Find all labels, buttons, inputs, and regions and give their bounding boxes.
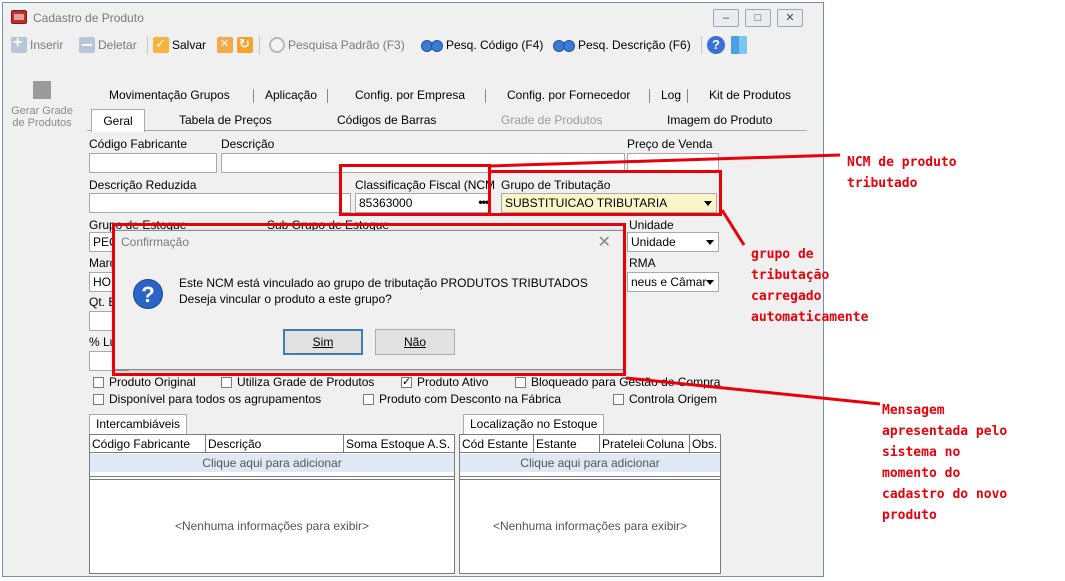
annotation-line: grupo de	[751, 247, 814, 262]
annotation-grupo: grupo de tributação carregado automatica…	[751, 244, 868, 328]
annotation-ncm: NCM de produto tributado	[847, 152, 957, 194]
annotation-line: apresentada pelo	[882, 424, 1008, 439]
annotation-line: tributado	[847, 176, 918, 191]
annotation-line: momento do	[882, 466, 961, 481]
annotation-line: Mensagem	[882, 403, 945, 418]
annotation-line: sistema no	[882, 445, 961, 460]
annotation-line: automaticamente	[751, 310, 869, 325]
annotation-line: cadastro do novo	[882, 487, 1008, 502]
annotation-line: tributação	[751, 268, 830, 283]
annotation-line: carregado	[751, 289, 822, 304]
annotation-line: NCM de produto	[847, 155, 957, 170]
annotation-line: produto	[882, 508, 937, 523]
annotation-mensagem: Mensagem apresentada pelo sistema no mom…	[882, 400, 1007, 526]
